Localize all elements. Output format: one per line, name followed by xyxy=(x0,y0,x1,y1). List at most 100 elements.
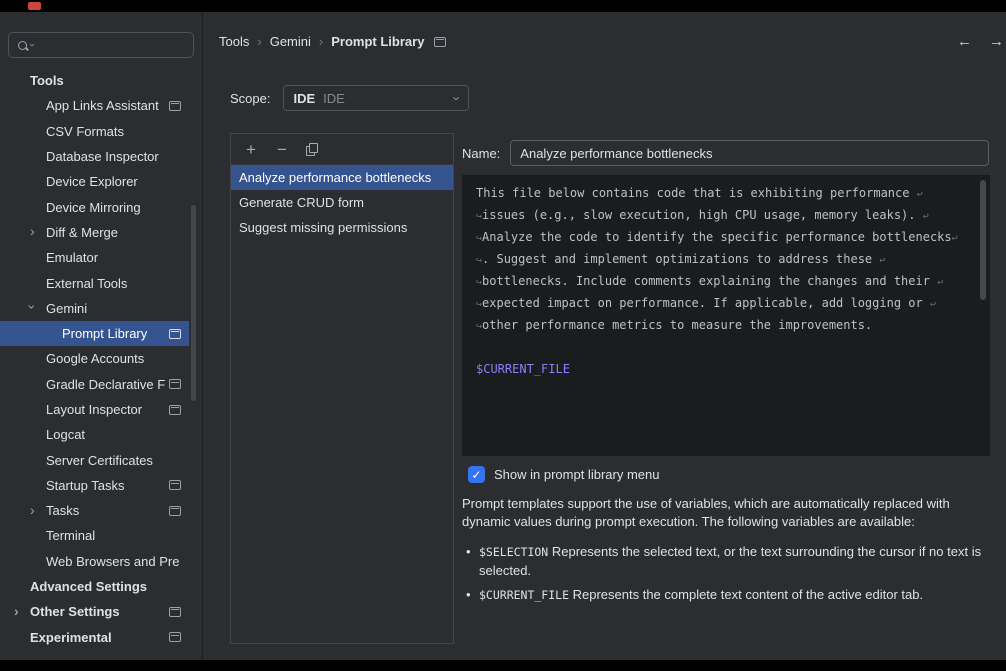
window-icon xyxy=(434,37,446,47)
sidebar-item-device-mirroring[interactable]: Device Mirroring xyxy=(0,194,189,219)
breadcrumb-separator: › xyxy=(257,34,261,49)
breadcrumb-prompt-library: Prompt Library xyxy=(331,34,424,49)
variable-name: $CURRENT_FILE xyxy=(479,588,569,602)
window-icon xyxy=(169,379,181,389)
sidebar-item-gemini[interactable]: › Gemini xyxy=(0,296,189,321)
sidebar-item-label: Server Certificates xyxy=(46,453,153,468)
sidebar-item-logcat[interactable]: Logcat xyxy=(0,422,189,447)
sidebar-item-csv-formats[interactable]: CSV Formats xyxy=(0,119,189,144)
editor-line: ↪other performance metrics to measure th… xyxy=(476,314,988,336)
sidebar-item-external-tools[interactable]: External Tools xyxy=(0,270,189,295)
chevron-right-icon[interactable]: › xyxy=(30,503,35,517)
sidebar-item-prompt-library[interactable]: Prompt Library xyxy=(0,321,189,346)
prompt-text-editor[interactable]: This file below contains code that is ex… xyxy=(462,175,990,456)
sidebar-item-advanced-settings[interactable]: Advanced Settings xyxy=(0,574,189,599)
settings-sidebar: › Tools App Links Assistant CSV Formats … xyxy=(0,12,203,660)
sidebar-item-server-certificates[interactable]: Server Certificates xyxy=(0,447,189,472)
sidebar-item-label: Database Inspector xyxy=(46,149,159,164)
soft-wrap-icon: ↩ xyxy=(952,233,958,244)
sidebar-item-label: CSV Formats xyxy=(46,124,124,139)
sidebar-item-label: Tools xyxy=(30,73,64,88)
chevron-down-icon[interactable]: › xyxy=(25,305,39,310)
variable-name: $SELECTION xyxy=(479,545,548,559)
search-icon xyxy=(18,41,27,50)
sidebar-scrollbar[interactable] xyxy=(191,205,196,401)
check-icon: ✓ xyxy=(471,469,481,481)
sidebar-item-diff-merge[interactable]: ›Diff & Merge xyxy=(0,220,189,245)
settings-dialog: › Tools App Links Assistant CSV Formats … xyxy=(0,12,1006,660)
forward-button[interactable]: → xyxy=(989,33,1004,50)
sidebar-item-web-browsers[interactable]: Web Browsers and Pre xyxy=(0,549,189,574)
prompt-item-generate-crud[interactable]: Generate CRUD form xyxy=(231,190,453,215)
editor-line: ↪Analyze the code to identify the specif… xyxy=(476,226,988,248)
sidebar-item-database-inspector[interactable]: Database Inspector xyxy=(0,144,189,169)
chevron-down-icon: › xyxy=(451,96,464,100)
sidebar-item-label: Device Explorer xyxy=(46,174,138,189)
window-icon xyxy=(169,480,181,490)
sidebar-item-label: Emulator xyxy=(46,250,98,265)
sidebar-item-emulator[interactable]: Emulator xyxy=(0,245,189,270)
list-item: •$SELECTION Represents the selected text… xyxy=(466,543,996,579)
sidebar-item-label: Terminal xyxy=(46,528,95,543)
chevron-right-icon[interactable]: › xyxy=(14,604,19,618)
sidebar-item-experimental[interactable]: Experimental xyxy=(0,625,189,650)
settings-tree: Tools App Links Assistant CSV Formats Da… xyxy=(0,68,202,650)
prompt-list-panel: + − Analyze performance bottlenecks Gene… xyxy=(230,133,454,644)
soft-wrap-icon: ↩ xyxy=(923,211,929,222)
variable-text: Represents the complete text content of … xyxy=(569,587,923,602)
add-button[interactable]: + xyxy=(244,141,258,158)
settings-search-input[interactable]: › xyxy=(8,32,194,58)
breadcrumb-gemini[interactable]: Gemini xyxy=(270,34,311,49)
breadcrumb-tools[interactable]: Tools xyxy=(219,34,249,49)
editor-line: ↪bottlenecks. Include comments explainin… xyxy=(476,270,988,292)
sidebar-item-gradle-declarative[interactable]: Gradle Declarative F xyxy=(0,372,189,397)
editor-scrollbar[interactable] xyxy=(980,180,986,300)
window-icon xyxy=(169,632,181,642)
window-icon xyxy=(169,101,181,111)
scope-dropdown[interactable]: IDE IDE › xyxy=(283,85,469,111)
sidebar-item-google-accounts[interactable]: Google Accounts xyxy=(0,346,189,371)
sidebar-item-other-settings[interactable]: › Other Settings xyxy=(0,599,189,624)
copy-icon[interactable] xyxy=(306,143,317,155)
sidebar-item-label: Layout Inspector xyxy=(46,402,142,417)
sidebar-item-label: Device Mirroring xyxy=(46,200,141,215)
remove-button[interactable]: − xyxy=(275,141,289,158)
soft-wrap-icon: ↩ xyxy=(879,255,885,266)
prompt-item-analyze-performance[interactable]: Analyze performance bottlenecks xyxy=(231,165,453,190)
scope-label: Scope: xyxy=(230,91,270,106)
show-in-menu-checkbox[interactable]: ✓ xyxy=(468,466,485,483)
soft-wrap-icon: ↩ xyxy=(937,277,943,288)
sidebar-item-label: Logcat xyxy=(46,427,85,442)
sidebar-item-tasks[interactable]: › Tasks xyxy=(0,498,189,523)
chevron-right-icon[interactable]: › xyxy=(30,224,35,238)
sidebar-item-label: Advanced Settings xyxy=(30,579,147,594)
back-button[interactable]: ← xyxy=(957,33,972,50)
history-nav: ← → xyxy=(957,33,1004,50)
sidebar-item-label: Tasks xyxy=(46,503,79,518)
sidebar-item-device-explorer[interactable]: Device Explorer xyxy=(0,169,189,194)
sidebar-item-label: Experimental xyxy=(30,630,112,645)
prompt-list-toolbar: + − xyxy=(231,134,453,165)
red-indicator-icon xyxy=(28,2,41,10)
prompt-item-suggest-permissions[interactable]: Suggest missing permissions xyxy=(231,215,453,240)
name-row: Name: xyxy=(462,140,989,166)
sidebar-item-terminal[interactable]: Terminal xyxy=(0,523,189,548)
sidebar-item-label: Other Settings xyxy=(30,604,120,619)
soft-wrap-icon: ↩ xyxy=(917,189,923,200)
scope-row: Scope: IDE IDE › xyxy=(230,85,469,111)
editor-line xyxy=(476,336,988,358)
sidebar-item-label: Gemini xyxy=(46,301,87,316)
sidebar-item-tools[interactable]: Tools xyxy=(0,68,189,93)
sidebar-item-startup-tasks[interactable]: Startup Tasks xyxy=(0,473,189,498)
show-in-menu-row: ✓ Show in prompt library menu xyxy=(468,466,659,483)
sidebar-item-label: Google Accounts xyxy=(46,351,144,366)
name-input[interactable] xyxy=(510,140,989,166)
sidebar-item-layout-inspector[interactable]: Layout Inspector xyxy=(0,397,189,422)
sidebar-item-app-links-assistant[interactable]: App Links Assistant xyxy=(0,93,189,118)
window-icon xyxy=(169,506,181,516)
sidebar-item-label: App Links Assistant xyxy=(46,98,159,113)
scope-value-secondary: IDE xyxy=(323,91,345,106)
window-icon xyxy=(169,329,181,339)
editor-line: ↪issues (e.g., slow execution, high CPU … xyxy=(476,204,988,226)
variables-description: Prompt templates support the use of vari… xyxy=(462,495,996,530)
